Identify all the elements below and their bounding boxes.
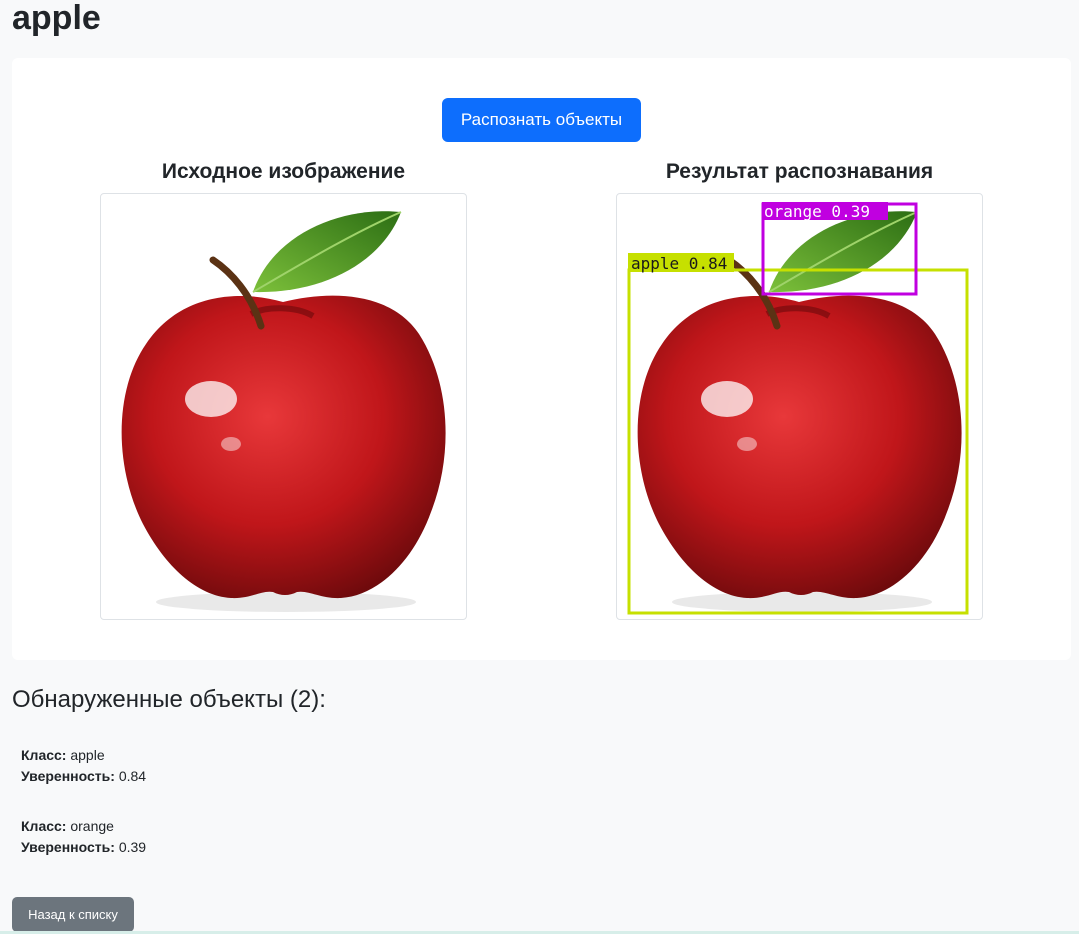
confidence-value: 0.39: [118, 839, 147, 855]
detections-heading: Обнаруженные объекты (2):: [12, 686, 326, 713]
detection-item: Класс: orange Уверенность: 0.39: [21, 816, 146, 858]
page-title: apple: [12, 0, 101, 37]
class-value: orange: [70, 818, 114, 834]
confidence-label: Уверенность:: [21, 839, 115, 855]
back-to-list-button[interactable]: Назад к списку: [12, 897, 134, 932]
detect-objects-button[interactable]: Распознать объекты: [442, 98, 641, 142]
orange-box-label: orange 0.39: [764, 202, 870, 221]
result-image: apple 0.84 orange 0.39: [616, 193, 983, 620]
class-label: Класс:: [21, 747, 67, 763]
class-value: apple: [70, 747, 105, 763]
class-label: Класс:: [21, 818, 67, 834]
original-image: [100, 193, 467, 620]
apple-photo: [121, 211, 446, 612]
result-image-title: Результат распознавания: [665, 160, 934, 183]
apple-photo-annotated: apple 0.84 orange 0.39: [627, 202, 969, 615]
apple-box-label: apple 0.84: [631, 254, 727, 273]
original-image-title: Исходное изображение: [161, 160, 406, 183]
detection-card: Распознать объекты Исходное изображение …: [12, 58, 1071, 660]
confidence-value: 0.84: [118, 768, 147, 784]
confidence-label: Уверенность:: [21, 768, 115, 784]
detection-item: Класс: apple Уверенность: 0.84: [21, 745, 146, 787]
